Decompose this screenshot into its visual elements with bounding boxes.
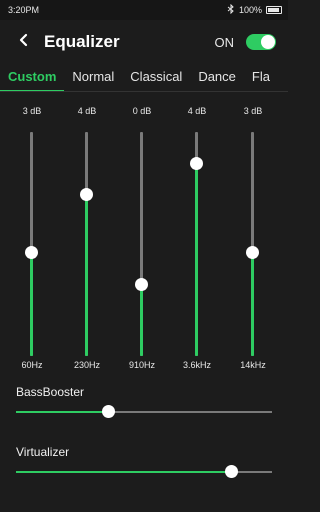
band-frequency: 3.6kHz — [182, 360, 211, 370]
band-fill — [195, 163, 198, 356]
page-title: Equalizer — [44, 32, 120, 51]
band-value: 3 dB — [243, 106, 263, 116]
band-value: 4 dB — [187, 106, 207, 116]
band-3-6khz: 4 dB 3.6kHz — [177, 92, 217, 372]
status-time: 3:20PM — [8, 5, 40, 15]
bass-booster-slider[interactable] — [16, 400, 272, 424]
virtualizer-label: Virtualizer — [16, 445, 70, 459]
band-fill — [140, 284, 143, 356]
band-frequency: 230Hz — [73, 360, 100, 370]
app-bar: Equalizer ON — [0, 20, 288, 64]
band-slider-knob[interactable] — [25, 246, 38, 260]
band-slider-knob[interactable] — [190, 156, 203, 170]
band-frequency: 60Hz — [21, 360, 43, 370]
band-value: 0 dB — [132, 106, 152, 116]
band-fill — [30, 252, 33, 356]
status-bar: 3:20PM 100% — [0, 0, 288, 20]
slider-fill — [16, 471, 232, 473]
bluetooth-icon — [227, 3, 235, 16]
equalizer-bands: 3 dB 60Hz 4 dB 230Hz 0 dB 910Hz 4 dB 3.6… — [0, 92, 288, 372]
band-frequency: 14kHz — [240, 360, 266, 370]
bass-booster-section: BassBooster — [0, 384, 288, 424]
band-value: 3 dB — [22, 106, 42, 116]
bass-booster-label: BassBooster — [16, 385, 85, 399]
toggle-knob — [261, 35, 275, 49]
tab-flat[interactable]: Fla — [244, 64, 278, 92]
tab-dance[interactable]: Dance — [190, 64, 244, 92]
band-value: 4 dB — [77, 106, 97, 116]
virtualizer-slider[interactable] — [16, 460, 272, 484]
tab-normal[interactable]: Normal — [64, 64, 122, 92]
battery-percent: 100% — [238, 5, 262, 15]
band-60hz: 3 dB 60Hz — [12, 92, 52, 372]
band-slider-knob[interactable] — [135, 277, 148, 291]
status-icons: 100% — [227, 3, 282, 16]
preset-tabs: Custom Normal Classical Dance Fla — [0, 64, 288, 92]
band-frequency: 910Hz — [128, 360, 155, 370]
slider-fill — [16, 411, 109, 413]
band-910hz: 0 dB 910Hz — [122, 92, 162, 372]
band-fill — [251, 252, 254, 356]
toggle-label: ON — [214, 34, 235, 50]
equalizer-toggle[interactable] — [246, 34, 276, 50]
back-arrow-icon — [17, 33, 31, 52]
band-fill — [85, 194, 88, 356]
band-slider-knob[interactable] — [246, 246, 259, 260]
slider-knob[interactable] — [102, 405, 116, 418]
band-230hz: 4 dB 230Hz — [67, 92, 107, 372]
tab-custom[interactable]: Custom — [0, 64, 65, 92]
battery-icon — [266, 6, 282, 14]
band-14khz: 3 dB 14kHz — [233, 92, 273, 372]
virtualizer-section: Virtualizer — [0, 444, 288, 484]
back-button[interactable] — [12, 30, 36, 54]
band-slider-knob[interactable] — [80, 188, 93, 202]
tab-classical[interactable]: Classical — [122, 64, 190, 92]
slider-knob[interactable] — [225, 465, 239, 478]
